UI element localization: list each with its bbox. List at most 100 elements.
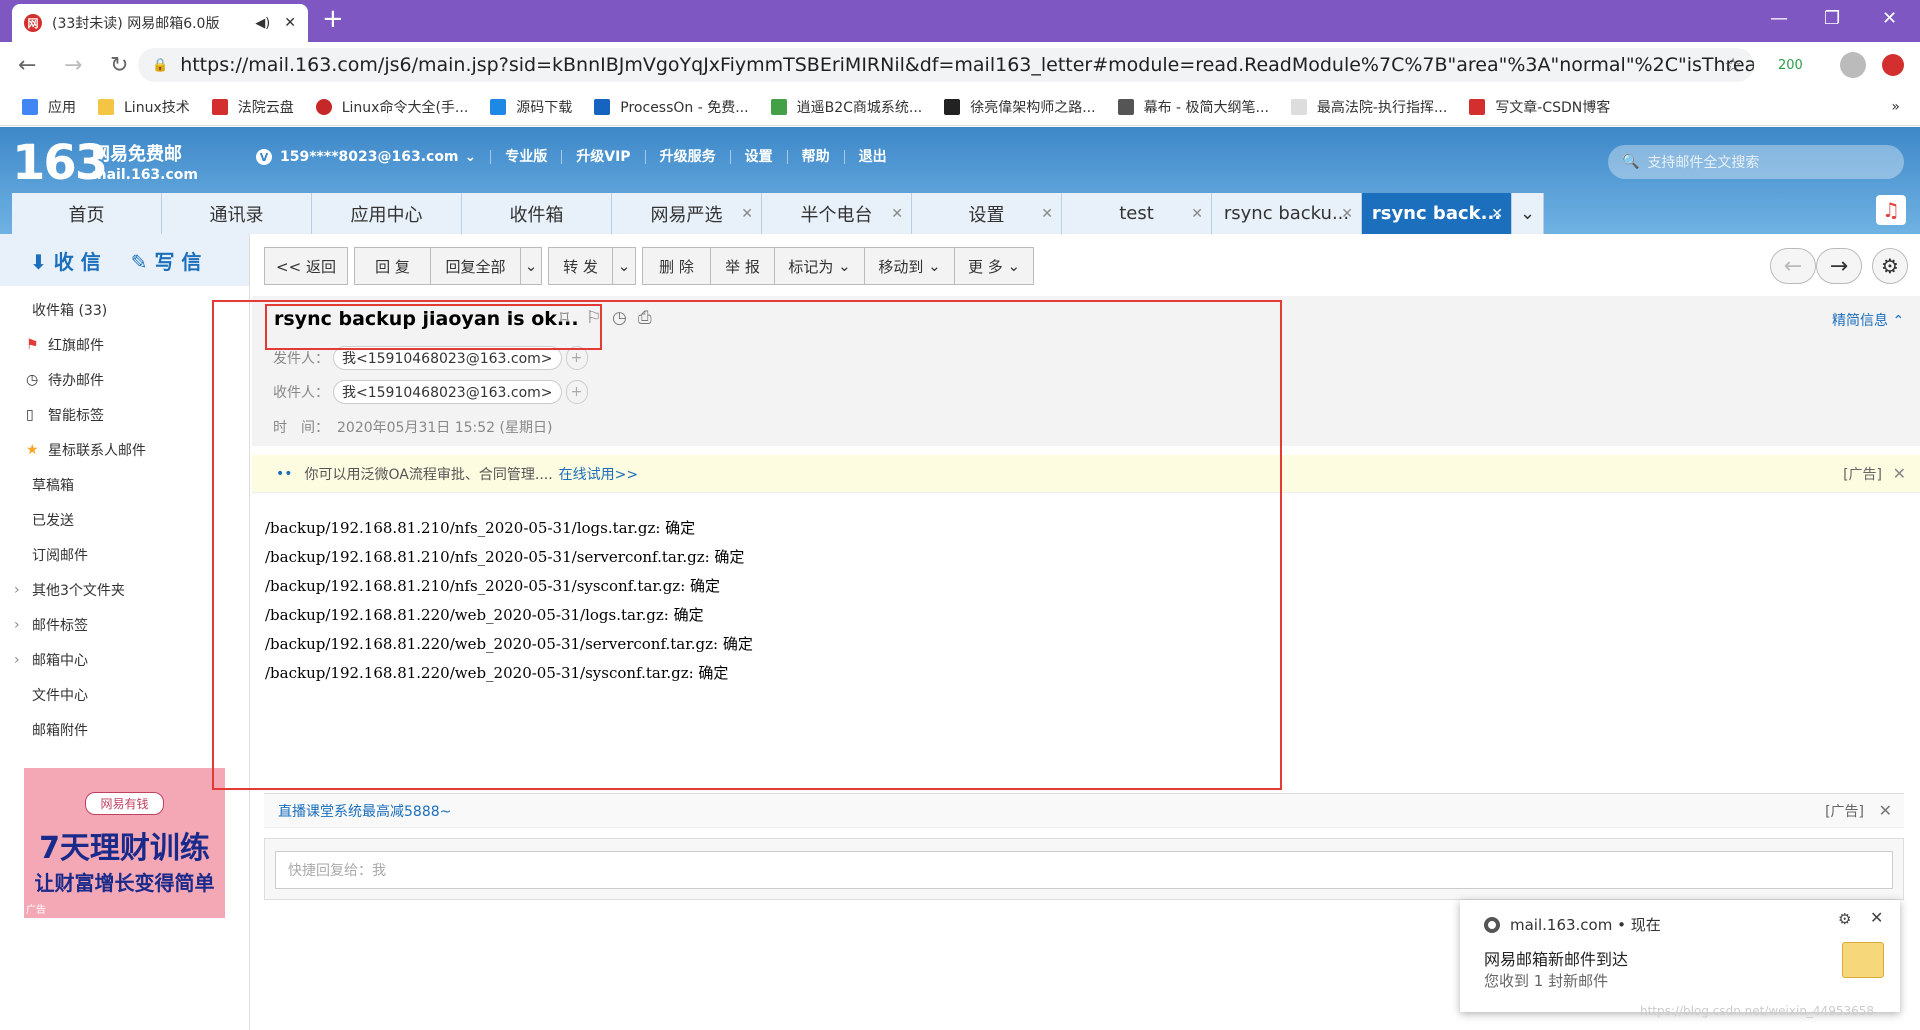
sidebar-ad-banner[interactable]: 网易有钱 7天理财训练 让财富增长变得简单 广告 [24,768,225,918]
forward-chevron-icon[interactable]: ⌄ [612,247,636,285]
vip-icon: V [256,149,272,165]
account-email: 159****8023@163.com [280,149,459,165]
forward-arrow-icon[interactable]: → [64,53,92,78]
tab-home[interactable]: 首页 [12,193,162,234]
ad-headline: 7天理财训练 [39,831,210,866]
profile-avatar[interactable] [1840,52,1866,78]
forward-button[interactable]: 转 发 [548,247,612,285]
bookmark-item[interactable]: 徐亮偉架构师之路... [944,97,1096,117]
ad-subline: 让财富增长变得简单 [34,871,215,895]
163-favicon-icon: 网 [24,14,42,32]
tabs-more-chevron-icon[interactable]: ⌄ [1512,193,1544,234]
link-settings[interactable]: 设置 [729,150,773,164]
tab-test[interactable]: test ✕ [1062,193,1212,234]
close-icon: ✕ [891,205,903,222]
bookmark-item[interactable]: 写文章-CSDN博客 [1469,97,1610,117]
bookmark-item[interactable]: 逍遥B2C商城系统... [770,97,922,117]
bookmark-item[interactable]: Linux命令大全(手... [315,97,468,117]
browser-tab-bar: 网 (33封未读) 网易邮箱6.0版 ◀) ✕ + — ❐ ✕ [0,0,1920,42]
reload-icon[interactable]: ↻ [110,53,138,78]
prev-mail-arrow-icon[interactable]: ← [1770,248,1816,284]
minimize-icon[interactable]: — [1770,8,1788,29]
close-icon: ✕ [1041,205,1053,222]
footer-ad-link[interactable]: 直播课堂系统最高减5888~ [278,801,451,821]
compose-button[interactable]: ✎ 写 信 [131,246,202,275]
annotation-box-subject [265,304,602,350]
brief-info-toggle[interactable]: 精简信息 ⌃ [1832,310,1904,330]
close-tab-icon[interactable]: ✕ [284,15,296,31]
chevron-right-icon: › [14,651,20,668]
url-input[interactable]: 🔒 https://mail.163.com/js6/main.jsp?sid=… [138,48,1754,82]
link-help[interactable]: 帮助 [786,150,830,164]
account-menu[interactable]: V 159****8023@163.com ⌄ 专业版 升级VIP 升级服务 设… [256,149,887,165]
ad-tag: 广告 [26,905,46,916]
quick-reply: 快捷回复给：我 [264,838,1904,900]
browser-tab[interactable]: 网 (33封未读) 网易邮箱6.0版 ◀) ✕ [12,4,308,42]
move-to-button[interactable]: 移动到 ⌄ [864,247,954,285]
back-arrow-icon[interactable]: ← [18,53,46,78]
bookmark-item[interactable]: ProcessOn - 免费... [594,97,749,117]
tab-radio[interactable]: 半个电台 ✕ [762,193,912,234]
watermark: https://blog.csdn.net/weixin_44953658 [1640,1004,1875,1018]
reply-button[interactable]: 回 复 [354,247,430,285]
next-mail-arrow-icon[interactable]: → [1816,248,1862,284]
speaker-icon[interactable]: ◀) [255,16,270,31]
more-button[interactable]: 更 多 ⌄ [954,247,1034,285]
notification-source: mail.163.com • 现在 [1484,914,1661,935]
link-vip[interactable]: 升级VIP [561,150,631,164]
lock-icon: 🔒 [152,57,169,73]
back-button[interactable]: << 返回 [264,247,348,285]
chrome-icon [1484,916,1500,933]
tab-apps[interactable]: 应用中心 [312,193,462,234]
delete-button[interactable]: 删 除 [642,247,710,285]
bookmark-item[interactable]: 幕布 - 极简大纲笔... [1117,97,1269,117]
desktop-notification[interactable]: mail.163.com • 现在 网易邮箱新邮件到达 您收到 1 封新邮件 ⚙… [1460,900,1900,1012]
receive-button[interactable]: ⬇ 收 信 [30,246,101,275]
mark-as-button[interactable]: 标记为 ⌄ [774,247,864,285]
bookmark-star-icon[interactable]: ☆ [1724,53,1742,77]
ad-pill: 网易有钱 [85,792,164,815]
tab-contacts[interactable]: 通讯录 [162,193,312,234]
bookmark-item[interactable]: 源码下载 [490,97,572,117]
link-pro[interactable]: 专业版 [490,150,547,164]
close-icon[interactable]: ✕ [1879,801,1892,820]
ad-tag: [广告] [1843,466,1882,483]
red-flag-icon: ⚑ [26,336,39,353]
gear-icon[interactable]: ⚙ [1838,910,1851,928]
mail-tabs: 首页 通讯录 应用中心 收件箱 网易严选 ✕ 半个电台 ✕ 设置 ✕ test ✕ rs… [12,193,1544,234]
notification-title: 网易邮箱新邮件到达 [1484,950,1629,969]
browser-tab-title: (33封未读) 网易邮箱6.0版 [52,16,220,32]
search-input[interactable]: 🔍 支持邮件全文搜索 [1608,145,1904,179]
bookmark-apps[interactable]: 应用 [22,97,76,117]
extension-badge[interactable]: 200 [1778,58,1803,73]
window-close-icon[interactable]: ✕ [1882,8,1897,29]
reply-chevron-icon[interactable]: ⌄ [520,247,542,285]
bookmark-icon: ▯ [26,406,34,423]
close-icon: ✕ [1191,205,1203,222]
tab-rsync-1[interactable]: rsync backu... ✕ [1212,193,1362,234]
bookmark-item[interactable]: Linux技术 [98,97,190,117]
report-button[interactable]: 举 报 [710,247,774,285]
restore-icon[interactable]: ❐ [1824,8,1840,29]
tab-inbox[interactable]: 收件箱 [462,193,612,234]
download-icon: ⬇ [30,249,47,274]
quick-reply-input[interactable]: 快捷回复给：我 [275,851,1893,889]
bookmarks-more-icon[interactable]: » [1891,99,1900,115]
link-logout[interactable]: 退出 [843,150,887,164]
music-icon[interactable]: ♫ [1876,195,1906,225]
close-icon[interactable]: ✕ [1893,464,1906,483]
tab-settings[interactable]: 设置 ✕ [912,193,1062,234]
update-icon[interactable] [1882,54,1904,76]
bookmark-item[interactable]: 法院云盘 [211,97,294,117]
bookmark-item[interactable]: 最高法院-执行指挥... [1290,97,1447,117]
ad-tag: [广告] [1825,803,1864,820]
new-tab-icon[interactable]: + [322,4,344,34]
tab-yanxuan[interactable]: 网易严选 ✕ [612,193,762,234]
close-icon[interactable]: ✕ [1870,908,1883,927]
link-upgrade-service[interactable]: 升级服务 [644,150,716,164]
address-bar-row: ← → ↻ 🔒 https://mail.163.com/js6/main.js… [0,42,1920,88]
tab-rsync-active[interactable]: rsync back... ✕ [1362,193,1512,234]
reply-all-button[interactable]: 回复全部 [430,247,520,285]
gear-icon[interactable]: ⚙ [1872,248,1908,284]
mail-envelope-icon [1842,942,1884,978]
